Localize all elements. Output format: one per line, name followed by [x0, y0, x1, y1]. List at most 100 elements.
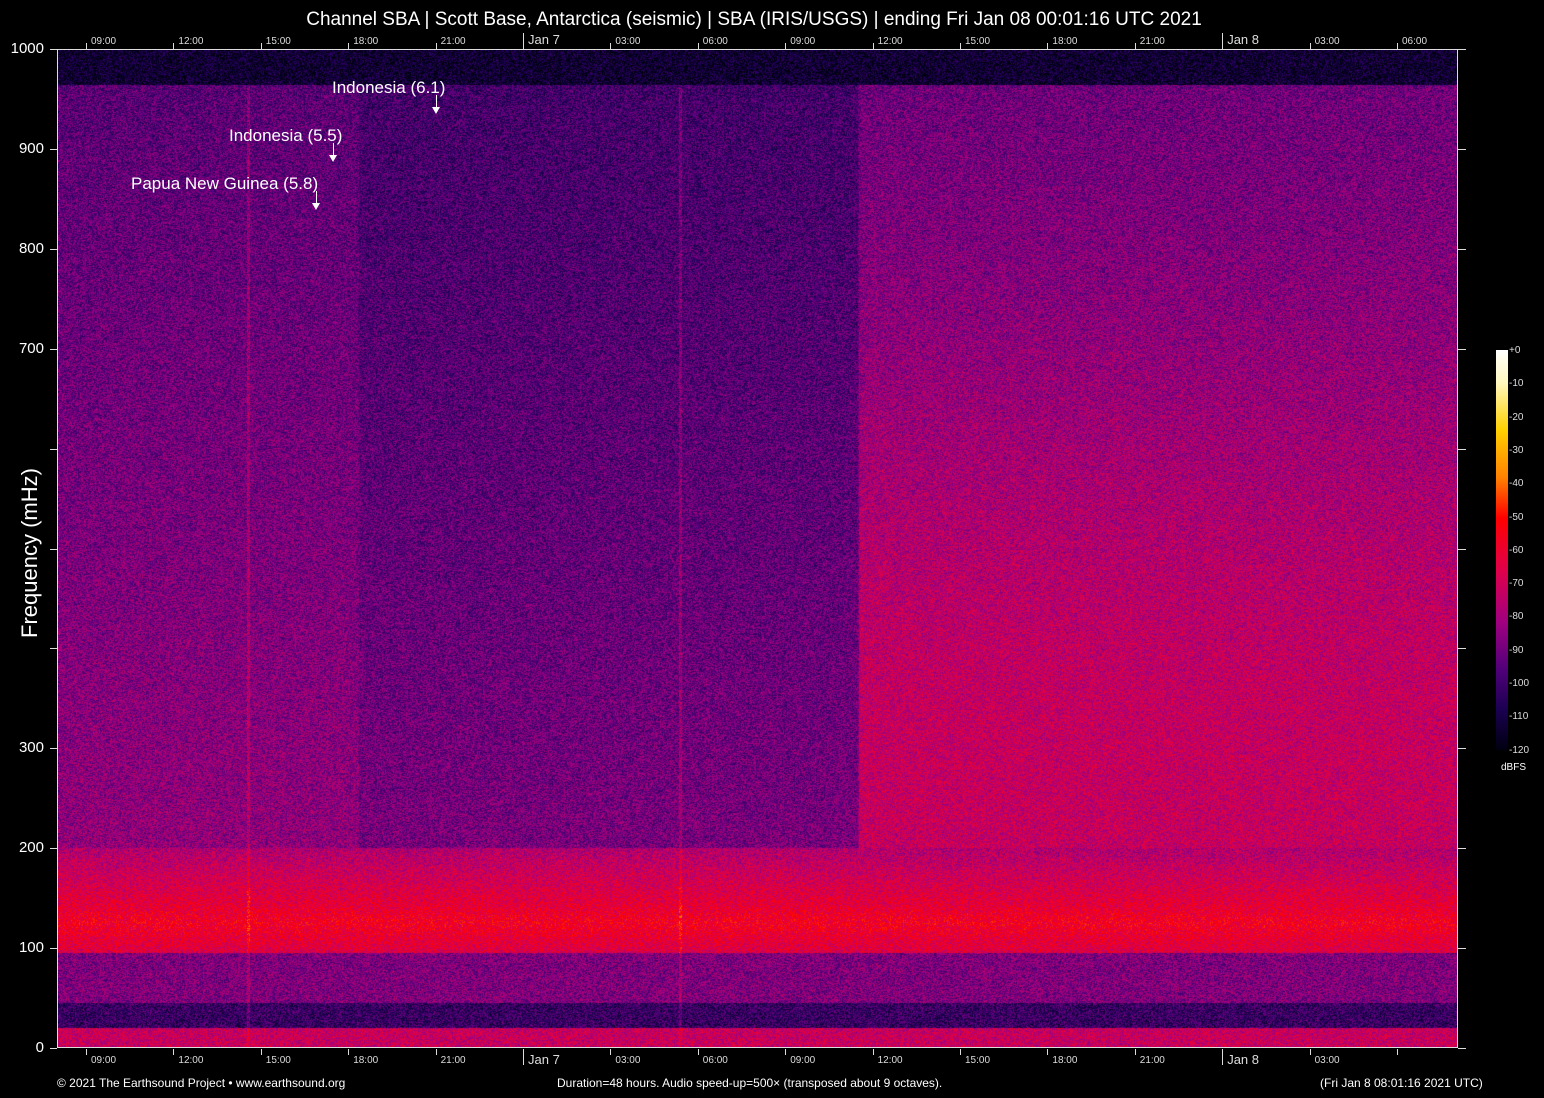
y-tick-mark — [50, 149, 57, 150]
x-tick-label-top: 03:00 — [1315, 36, 1340, 47]
x-tick-mark-bottom — [1310, 1049, 1311, 1055]
x-tick-label-top: 06:00 — [1402, 36, 1427, 47]
x-tick-label-bottom: 12:00 — [878, 1055, 903, 1066]
timestamp: (Fri Jan 8 08:01:16 2021 UTC) — [1320, 1076, 1483, 1090]
y-tick-mark-right — [1458, 1048, 1466, 1049]
y-tick-mark — [50, 249, 57, 250]
annotation-label: Papua New Guinea (5.8) — [131, 174, 318, 194]
x-tick-label-top: Jan 7 — [528, 32, 560, 47]
y-tick-mark-right — [1458, 349, 1466, 350]
colorbar-label: dBFS — [1501, 762, 1526, 773]
y-tick-label: 300 — [4, 739, 44, 756]
y-tick-mark — [50, 549, 57, 550]
x-tick-mark-top — [873, 43, 874, 49]
x-tick-label-bottom: 15:00 — [965, 1055, 990, 1066]
colorbar-tick: +0 — [1509, 345, 1520, 356]
y-tick-mark — [50, 1048, 57, 1049]
x-tick-label-bottom: Jan 7 — [528, 1052, 560, 1067]
x-tick-mark-bottom — [610, 1049, 611, 1055]
x-tick-mark-bottom — [348, 1049, 349, 1055]
colorbar-tick: -60 — [1509, 545, 1523, 556]
x-tick-mark-bottom — [1047, 1049, 1048, 1055]
x-tick-label-bottom: 21:00 — [441, 1055, 466, 1066]
y-tick-mark-right — [1458, 249, 1466, 250]
x-tick-mark-top — [86, 43, 87, 49]
colorbar-tick: -100 — [1509, 678, 1529, 689]
x-tick-mark-bottom — [173, 1049, 174, 1055]
x-tick-mark-top — [173, 43, 174, 49]
x-tick-mark-top — [1222, 33, 1223, 49]
x-tick-label-top: 12:00 — [878, 36, 903, 47]
y-tick-label: 900 — [4, 140, 44, 157]
x-tick-mark-top — [610, 43, 611, 49]
x-tick-mark-top — [261, 43, 262, 49]
x-tick-mark-top — [1047, 43, 1048, 49]
y-tick-mark — [50, 848, 57, 849]
y-tick-mark-right — [1458, 549, 1466, 550]
colorbar-tick: -10 — [1509, 378, 1523, 389]
x-tick-label-top: 15:00 — [965, 36, 990, 47]
x-tick-label-top: 06:00 — [703, 36, 728, 47]
x-tick-mark-top — [1397, 43, 1398, 49]
colorbar — [1496, 350, 1508, 750]
y-tick-mark — [50, 948, 57, 949]
colorbar-tick: -20 — [1509, 412, 1523, 423]
y-tick-mark-right — [1458, 449, 1466, 450]
x-tick-label-bottom: Jan 8 — [1227, 1052, 1259, 1067]
y-tick-label: 800 — [4, 240, 44, 257]
x-tick-label-top: 09:00 — [790, 36, 815, 47]
y-tick-mark — [50, 49, 57, 50]
x-tick-mark-bottom — [436, 1049, 437, 1055]
x-tick-label-top: Jan 8 — [1227, 32, 1259, 47]
y-tick-label: 200 — [4, 839, 44, 856]
y-tick-mark-right — [1458, 948, 1466, 949]
x-tick-mark-bottom — [785, 1049, 786, 1055]
x-tick-label-top: 21:00 — [441, 36, 466, 47]
colorbar-tick: -80 — [1509, 611, 1523, 622]
x-tick-label-bottom: 18:00 — [353, 1055, 378, 1066]
x-tick-mark-bottom — [1222, 1049, 1223, 1065]
y-tick-mark — [50, 648, 57, 649]
x-tick-label-top: 18:00 — [353, 36, 378, 47]
x-tick-mark-top — [436, 43, 437, 49]
arrow-head — [432, 107, 440, 114]
x-tick-mark-top — [348, 43, 349, 49]
x-tick-mark-bottom — [698, 1049, 699, 1055]
colorbar-tick: -40 — [1509, 478, 1523, 489]
x-tick-label-bottom: 12:00 — [178, 1055, 203, 1066]
y-tick-mark-right — [1458, 149, 1466, 150]
annotation-label: Indonesia (6.1) — [332, 78, 445, 98]
x-tick-label-bottom: 09:00 — [91, 1055, 116, 1066]
x-tick-mark-bottom — [523, 1049, 524, 1065]
x-tick-mark-top — [960, 43, 961, 49]
y-tick-label: 700 — [4, 340, 44, 357]
arrow-head — [329, 155, 337, 162]
colorbar-tick: -120 — [1509, 745, 1529, 756]
x-tick-label-bottom: 09:00 — [790, 1055, 815, 1066]
x-tick-mark-top — [523, 33, 524, 49]
y-tick-mark — [50, 449, 57, 450]
y-tick-label: 100 — [4, 939, 44, 956]
x-tick-mark-top — [785, 43, 786, 49]
x-tick-label-top: 12:00 — [178, 36, 203, 47]
x-tick-label-top: 21:00 — [1140, 36, 1165, 47]
x-tick-mark-bottom — [1135, 1049, 1136, 1055]
colorbar-tick: -70 — [1509, 578, 1523, 589]
plot-frame — [57, 49, 1458, 1048]
x-tick-mark-bottom — [873, 1049, 874, 1055]
annotation-label: Indonesia (5.5) — [229, 126, 342, 146]
x-tick-mark-top — [1135, 43, 1136, 49]
colorbar-tick: -50 — [1509, 512, 1523, 523]
x-tick-label-top: 09:00 — [91, 36, 116, 47]
x-tick-mark-bottom — [1397, 1049, 1398, 1055]
x-tick-label-bottom: 18:00 — [1052, 1055, 1077, 1066]
copyright: © 2021 The Earthsound Project • www.eart… — [57, 1076, 345, 1090]
y-tick-mark-right — [1458, 648, 1466, 649]
y-tick-mark — [50, 349, 57, 350]
x-tick-mark-bottom — [261, 1049, 262, 1055]
y-tick-mark — [50, 748, 57, 749]
x-tick-label-bottom: 15:00 — [266, 1055, 291, 1066]
x-tick-label-top: 15:00 — [266, 36, 291, 47]
x-tick-label-top: 18:00 — [1052, 36, 1077, 47]
colorbar-tick: -110 — [1509, 711, 1528, 722]
